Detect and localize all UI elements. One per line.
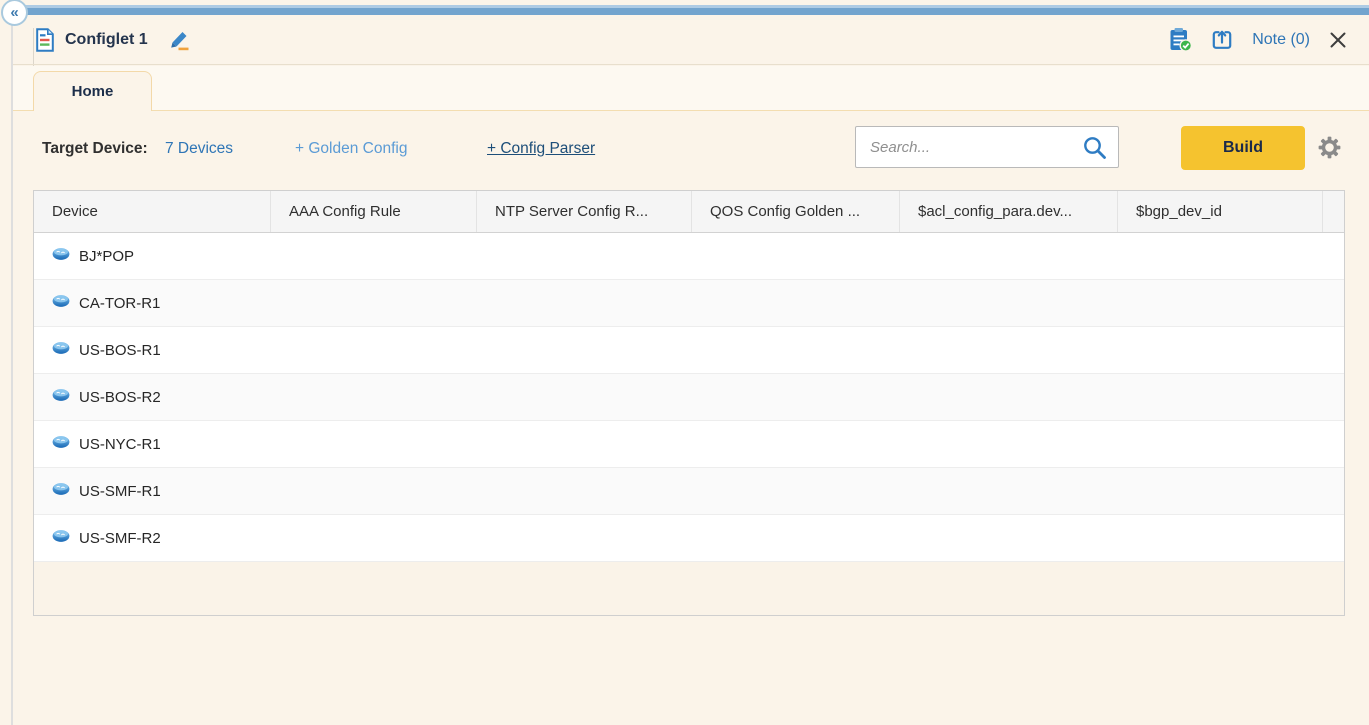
column-header-aaa-config-rule[interactable]: AAA Config Rule (271, 191, 477, 232)
router-device-icon (52, 435, 70, 454)
column-header-filler (1323, 191, 1344, 232)
router-device-icon (52, 294, 70, 313)
build-button[interactable]: Build (1181, 126, 1305, 170)
tab-strip: Home (13, 66, 1369, 111)
tab-home[interactable]: Home (33, 71, 152, 111)
device-name: US-BOS-R1 (79, 341, 161, 359)
close-icon[interactable] (1329, 31, 1347, 49)
target-device-count-link[interactable]: 7 Devices (165, 140, 233, 158)
edit-title-pencil-icon[interactable] (168, 29, 190, 51)
table-row[interactable]: US-BOS-R2 (34, 374, 1344, 421)
panel-title: Configlet 1 (65, 30, 148, 48)
device-name: US-SMF-R1 (79, 482, 161, 500)
device-table-header: Device AAA Config Rule NTP Server Config… (34, 191, 1344, 233)
device-name: CA-TOR-R1 (79, 294, 161, 312)
table-row[interactable]: US-NYC-R1 (34, 421, 1344, 468)
column-header-ntp-server-config[interactable]: NTP Server Config R... (477, 191, 692, 232)
table-row[interactable]: US-SMF-R2 (34, 515, 1344, 562)
column-header-device[interactable]: Device (34, 191, 271, 232)
column-header-acl-config-para[interactable]: $acl_config_para.dev... (900, 191, 1118, 232)
table-row[interactable]: US-SMF-R1 (34, 468, 1344, 515)
device-name: US-BOS-R2 (79, 388, 161, 406)
column-header-bgp-dev-id[interactable]: $bgp_dev_id (1118, 191, 1323, 232)
device-table: Device AAA Config Rule NTP Server Config… (33, 190, 1345, 616)
note-link[interactable]: Note (0) (1252, 31, 1310, 49)
device-name: US-SMF-R2 (79, 529, 161, 547)
search-icon[interactable] (1081, 134, 1108, 161)
search-box (855, 126, 1119, 168)
table-row[interactable]: CA-TOR-R1 (34, 280, 1344, 327)
target-device-label: Target Device: (42, 140, 148, 157)
search-input[interactable] (870, 138, 1081, 156)
build-button-label: Build (1223, 139, 1263, 156)
router-device-icon (52, 341, 70, 360)
table-row[interactable]: BJ*POP (34, 233, 1344, 280)
report-clipboard-icon[interactable] (1169, 27, 1193, 52)
router-device-icon (52, 388, 70, 407)
device-name: US-NYC-R1 (79, 435, 161, 453)
add-config-parser-link[interactable]: + Config Parser (487, 140, 595, 158)
collapse-panel-button[interactable]: « (1, 0, 28, 26)
settings-gear-icon[interactable] (1316, 134, 1343, 161)
device-name: BJ*POP (79, 247, 135, 265)
configlet-document-icon (35, 27, 55, 52)
router-device-icon (52, 482, 70, 501)
router-device-icon (52, 529, 70, 548)
panel-top-strip (24, 5, 1369, 15)
add-golden-config-link[interactable]: + Golden Config (295, 140, 407, 158)
tab-home-label: Home (71, 83, 114, 100)
table-row[interactable]: US-BOS-R1 (34, 327, 1344, 374)
panel-header: Configlet 1 Note (0) (13, 15, 1369, 65)
column-header-qos-config-golden[interactable]: QOS Config Golden ... (692, 191, 900, 232)
router-device-icon (52, 247, 70, 266)
export-icon[interactable] (1211, 29, 1233, 51)
double-chevron-left-icon: « (10, 4, 19, 21)
table-body: BJ*POP CA-TOR-R1 US-BOS-R1 US-BOS-R2 US-… (34, 233, 1344, 562)
